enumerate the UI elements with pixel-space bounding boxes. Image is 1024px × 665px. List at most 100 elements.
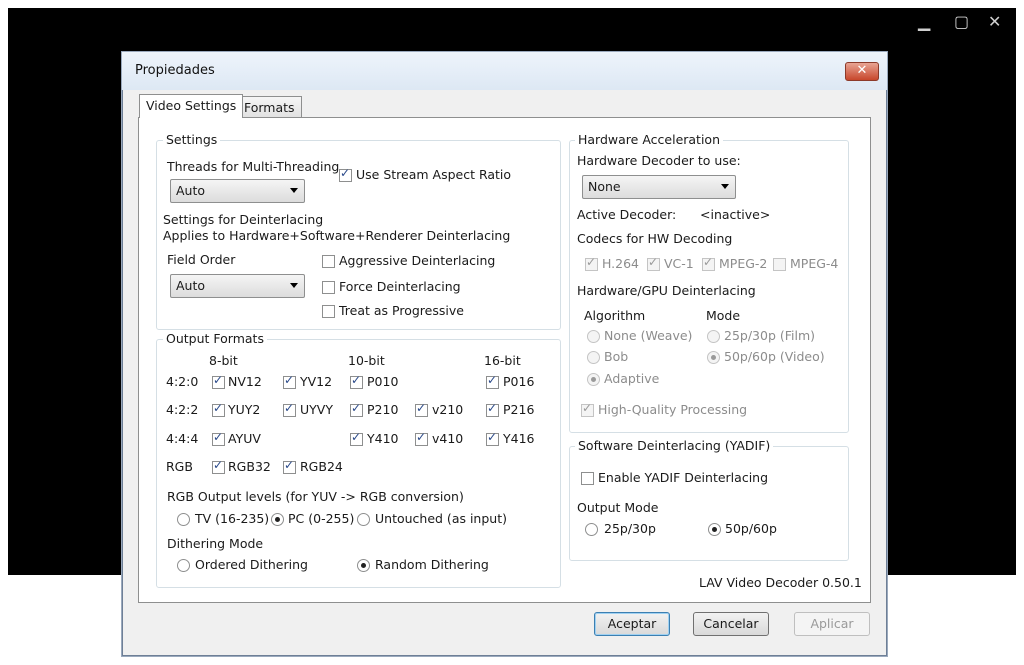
ordered-dithering-radio[interactable] [177,559,190,572]
mpeg4-label: MPEG-4 [790,256,839,271]
y410-checkbox[interactable] [350,430,363,446]
col-16bit-header: 16-bit [484,353,521,368]
vc1-checkbox[interactable] [647,255,660,271]
accept-button[interactable]: Aceptar [594,612,670,636]
apply-button[interactable]: Aplicar [794,612,870,636]
enable-yadif-label: Enable YADIF Deinterlacing [598,470,769,485]
active-decoder-label: Active Decoder: [577,207,677,222]
tab-formats[interactable]: Formats [237,96,302,118]
video-mode-radio[interactable] [707,351,720,364]
random-dithering-label: Random Dithering [375,557,489,572]
y416-checkbox[interactable] [486,430,499,446]
dithering-mode-label: Dithering Mode [167,536,264,551]
v210-checkbox[interactable] [415,401,428,417]
aggressive-deinterlacing-label: Aggressive Deinterlacing [339,253,496,268]
hardware-acceleration-group-label: Hardware Acceleration [575,132,723,147]
rgb-levels-label: RGB Output levels (for YUV -> RGB conver… [167,489,464,504]
v410-checkbox[interactable] [415,430,428,446]
bob-radio[interactable] [587,351,600,364]
chevron-down-icon [721,184,729,189]
yuy2-checkbox[interactable] [212,401,225,417]
yadif-25p-radio[interactable] [585,523,598,536]
vc1-label: VC-1 [664,256,694,271]
col-8bit-header: 8-bit [209,353,238,368]
close-icon[interactable]: ✕ [988,14,1001,30]
adaptive-label: Adaptive [604,371,660,386]
p010-label: P010 [367,374,399,389]
pc-range-radio[interactable] [271,513,284,526]
random-dithering-radio[interactable] [357,559,370,572]
stream-aspect-label: Use Stream Aspect Ratio [356,167,512,182]
hw-decoder-label: Hardware Decoder to use: [577,153,741,168]
film-mode-label: 25p/30p (Film) [724,328,816,343]
p016-checkbox[interactable] [486,373,499,389]
output-formats-group-label: Output Formats [163,331,267,346]
high-quality-checkbox[interactable] [581,401,594,417]
ayuv-label: AYUV [228,431,261,446]
row-422-label: 4:2:2 [166,402,199,417]
field-order-select[interactable]: Auto [170,274,305,298]
h264-label: H.264 [602,256,640,271]
yv12-label: YV12 [300,374,333,389]
v410-label: v410 [432,431,464,446]
uyvy-checkbox[interactable] [283,401,296,417]
video-mode-label: 50p/60p (Video) [724,349,825,364]
untouched-range-label: Untouched (as input) [375,511,507,526]
chevron-down-icon [290,283,298,288]
stream-aspect-checkbox[interactable] [339,166,352,182]
mpeg4-checkbox[interactable] [773,258,786,271]
ayuv-checkbox[interactable] [212,430,225,446]
yv12-checkbox[interactable] [283,373,296,389]
rgb32-label: RGB32 [228,459,271,474]
yadif-50p-radio[interactable] [708,523,721,536]
row-444-label: 4:4:4 [166,431,199,446]
tab-panel: Settings Threads for Multi-Threading Aut… [138,117,871,603]
h264-checkbox[interactable] [585,255,598,271]
tv-range-radio[interactable] [177,513,190,526]
dialog-close-button[interactable]: ✕ [845,62,879,81]
p210-label: P210 [367,402,399,417]
col-10bit-header: 10-bit [348,353,385,368]
rgb32-checkbox[interactable] [212,458,225,474]
maximize-icon[interactable]: ▢ [954,14,969,30]
p010-checkbox[interactable] [350,373,363,389]
adaptive-radio[interactable] [587,373,600,386]
cancel-button[interactable]: Cancelar [693,612,769,636]
active-decoder-value: <inactive> [700,207,771,222]
film-mode-radio[interactable] [707,330,720,343]
field-order-select-value: Auto [176,278,206,293]
threads-label: Threads for Multi-Threading [167,159,340,174]
force-deinterlacing-checkbox[interactable] [322,281,335,294]
y416-label: Y416 [503,431,535,446]
treat-progressive-checkbox[interactable] [322,305,335,318]
field-order-label: Field Order [167,252,236,267]
output-mode-label: Output Mode [577,500,659,515]
rgb24-checkbox[interactable] [283,458,296,474]
nv12-checkbox[interactable] [212,373,225,389]
aggressive-deinterlacing-checkbox[interactable] [322,255,335,268]
p210-checkbox[interactable] [350,401,363,417]
enable-yadif-checkbox[interactable] [581,472,594,485]
mpeg2-checkbox[interactable] [702,255,715,271]
mpeg2-label: MPEG-2 [719,256,768,271]
version-label: LAV Video Decoder 0.50.1 [699,575,862,590]
nv12-label: NV12 [228,374,262,389]
row-rgb-label: RGB [166,459,193,474]
row-420-label: 4:2:0 [166,374,199,389]
threads-select-value: Auto [176,183,206,198]
properties-dialog: Propiedades ✕ Video Settings Formats Set… [121,51,888,657]
hw-decoder-select[interactable]: None [582,175,736,199]
mode-label: Mode [706,308,741,323]
tv-range-label: TV (16-235) [195,511,270,526]
tab-video-settings[interactable]: Video Settings [139,94,244,118]
bob-label: Bob [604,349,629,364]
yuy2-label: YUY2 [228,402,261,417]
untouched-range-radio[interactable] [357,513,370,526]
deinterlacing-title: Settings for Deinterlacing [163,212,324,227]
threads-select[interactable]: Auto [170,179,305,203]
settings-group-label: Settings [163,132,221,147]
gpu-deinterlacing-label: Hardware/GPU Deinterlacing [577,283,756,298]
p216-checkbox[interactable] [486,401,499,417]
none-weave-radio[interactable] [587,330,600,343]
minimize-icon[interactable]: ▁ [918,14,930,30]
